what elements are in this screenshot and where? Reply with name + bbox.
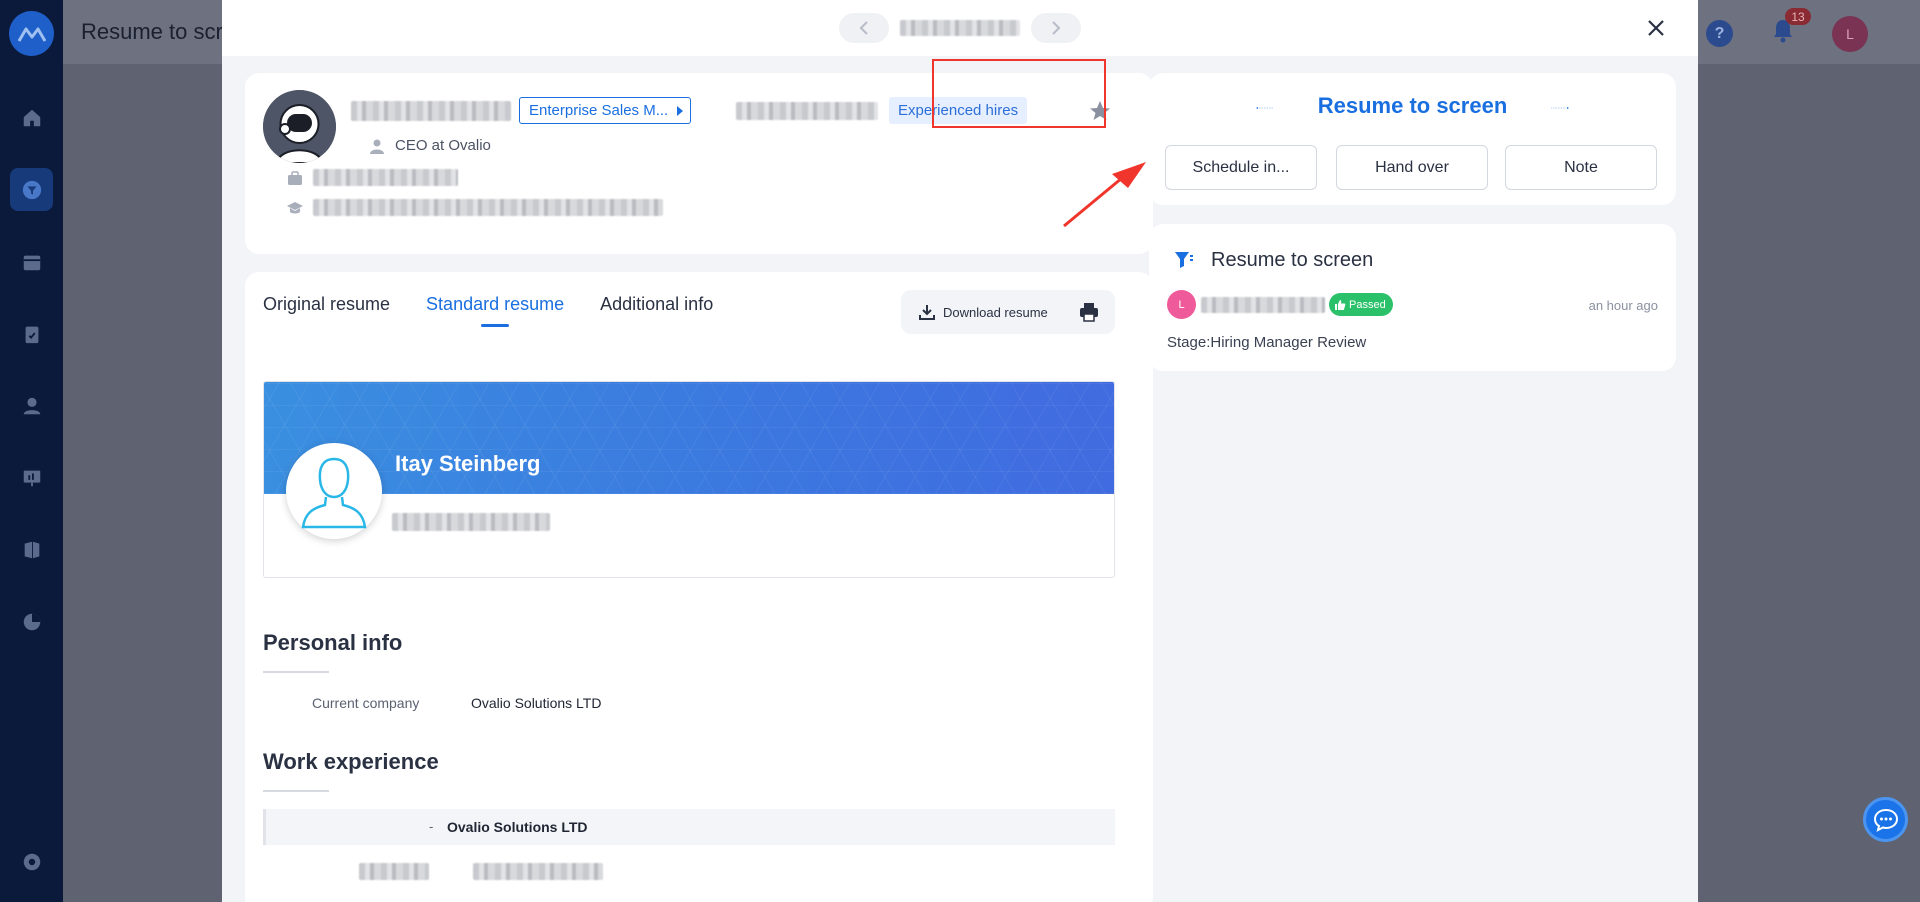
candidate-name-redacted [351, 101, 511, 121]
print-icon[interactable] [1079, 302, 1099, 322]
work-experience-row: - Ovalio Solutions LTD [263, 809, 1115, 845]
resume-subtitle-redacted [392, 513, 550, 531]
stage-title: Resume to screen [1317, 93, 1508, 118]
resume-candidate-name: Itay Steinberg [395, 451, 541, 476]
job-tag-link[interactable]: Enterprise Sales M... [519, 97, 692, 124]
candidate-education-row [287, 199, 663, 216]
filter-stage-icon [1175, 252, 1193, 268]
chat-button[interactable] [1863, 797, 1908, 842]
resume-header: Itay Steinberg [263, 381, 1115, 578]
sidebar [0, 0, 63, 902]
person-icon [370, 139, 384, 154]
user-icon [23, 397, 40, 414]
calendar-icon [23, 255, 40, 270]
candidate-name-redacted [900, 20, 1020, 36]
annotation-arrow [1063, 162, 1146, 228]
user-avatar[interactable]: L [1832, 16, 1868, 52]
job-tag-label: Enterprise Sales M... [529, 102, 669, 119]
app-logo[interactable] [9, 11, 54, 56]
chevron-left-icon [859, 21, 868, 35]
resume-banner [264, 382, 1114, 494]
resume-tabs: Original resume Standard resume Addition… [263, 294, 713, 327]
thumbs-up-icon [1335, 299, 1346, 310]
clipboard-icon [25, 326, 38, 343]
schedule-interview-button[interactable]: Schedule in... [1165, 145, 1317, 190]
sidebar-item-calendar[interactable] [10, 240, 53, 283]
modal-top-bar [222, 0, 1698, 56]
help-icon[interactable]: ? [1706, 20, 1733, 47]
sidebar-item-analytics[interactable] [10, 600, 53, 643]
title-decoration-right [1551, 107, 1569, 109]
candidate-contact-redacted [736, 102, 878, 120]
work-detail-redacted [473, 863, 603, 880]
tab-additional-info[interactable]: Additional info [600, 294, 713, 325]
work-role-redacted [359, 863, 429, 880]
chat-icon [1873, 808, 1898, 832]
astronaut-avatar-icon [263, 90, 336, 163]
sidebar-item-candidates[interactable] [10, 384, 53, 427]
filter-icon [22, 180, 41, 199]
chevron-right-icon [1052, 21, 1061, 35]
work-date-separator: - [429, 819, 434, 834]
sidebar-item-reports[interactable] [10, 456, 53, 499]
resume-avatar [286, 443, 382, 539]
settings-icon [23, 853, 40, 870]
work-info-redacted [313, 169, 458, 186]
work-experience-title: Work experience [263, 749, 439, 774]
candidate-modal: Enterprise Sales M... Experienced hires … [222, 0, 1698, 902]
note-button[interactable]: Note [1505, 145, 1657, 190]
candidate-headline-row: CEO at Ovalio [369, 137, 491, 154]
logo-icon [17, 27, 46, 42]
current-company-label: Current company [312, 695, 420, 711]
graduation-cap-icon [287, 201, 303, 213]
passed-label: Passed [1349, 298, 1386, 311]
current-company-value: Ovalio Solutions LTD [471, 695, 602, 711]
candidate-avatar [263, 90, 336, 163]
sidebar-item-screening[interactable] [10, 168, 53, 211]
notification-badge: 13 [1785, 8, 1811, 25]
pie-chart-icon [23, 613, 40, 630]
history-stage: Stage:Hiring Manager Review [1167, 334, 1367, 351]
history-timestamp: an hour ago [1588, 298, 1658, 313]
next-candidate-button[interactable] [1031, 13, 1081, 43]
education-info-redacted [313, 199, 663, 216]
tab-original-resume[interactable]: Original resume [263, 294, 390, 325]
reviewer-name-redacted [1201, 297, 1325, 313]
person-outline-icon [301, 457, 367, 529]
caret-right-icon [677, 106, 684, 116]
sidebar-item-settings[interactable] [10, 840, 53, 883]
download-resume-button[interactable]: Download resume [919, 304, 1048, 320]
prev-candidate-button[interactable] [839, 13, 889, 43]
download-toolbar: Download resume [901, 290, 1115, 334]
stage-action-card: Resume to screen Schedule in... Hand ove… [1149, 73, 1676, 205]
book-icon [24, 541, 39, 558]
stage-history-card: Resume to screen L Passed an hour ago St… [1149, 224, 1676, 371]
resume-card: Original resume Standard resume Addition… [245, 272, 1153, 902]
candidate-headline: CEO at Ovalio [395, 137, 491, 154]
download-resume-label: Download resume [943, 304, 1048, 320]
sidebar-item-library[interactable] [10, 528, 53, 571]
home-icon [23, 109, 40, 126]
highlight-box [932, 59, 1106, 128]
sidebar-item-home[interactable] [10, 96, 53, 139]
tab-standard-resume[interactable]: Standard resume [426, 294, 564, 327]
passed-badge: Passed [1329, 293, 1393, 316]
section-divider [263, 671, 329, 673]
history-title: Resume to screen [1211, 249, 1374, 271]
hand-over-button[interactable]: Hand over [1336, 145, 1488, 190]
download-icon [919, 305, 935, 320]
section-divider [263, 790, 329, 792]
work-company-name: Ovalio Solutions LTD [447, 819, 588, 835]
personal-info-title: Personal info [263, 630, 403, 655]
briefcase-icon [288, 170, 302, 185]
sidebar-item-tasks[interactable] [10, 312, 53, 355]
reviewer-avatar: L [1167, 290, 1196, 319]
presentation-icon [23, 470, 40, 486]
candidate-work-row [287, 169, 458, 186]
close-modal-button[interactable] [1642, 14, 1670, 42]
close-icon [1648, 20, 1664, 36]
page-title: Resume to scr [81, 19, 223, 44]
